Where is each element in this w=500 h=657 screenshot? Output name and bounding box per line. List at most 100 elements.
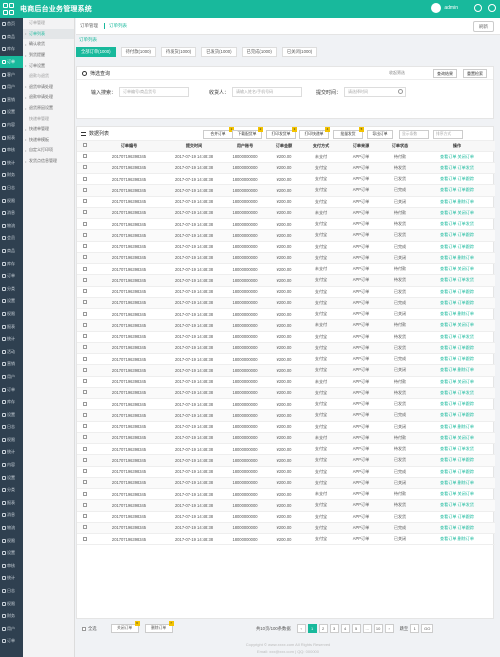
row-checkbox[interactable] — [83, 356, 87, 361]
cell-ops[interactable]: 查看订单 订单发货 — [419, 499, 495, 512]
cell-ops[interactable]: 查看订单 订单发货 — [419, 443, 495, 456]
row-checkbox[interactable] — [83, 435, 87, 440]
rail-item[interactable]: 权限 — [0, 434, 23, 447]
breadcrumb-root[interactable]: 订单管理 — [80, 23, 98, 29]
cell-ops[interactable]: 查看订单 删除订单 — [419, 477, 495, 490]
cell-ops[interactable]: 查看订单 关闭订单 — [419, 263, 495, 276]
rail-item[interactable]: 物流 — [0, 220, 23, 233]
rail-item[interactable]: 权限 — [0, 194, 23, 207]
rail-item[interactable]: 商品 — [0, 31, 23, 44]
rail-item[interactable]: 用户 — [0, 81, 23, 94]
rail-item[interactable]: 活动 — [0, 345, 23, 358]
row-checkbox[interactable] — [83, 300, 87, 305]
row-checkbox[interactable] — [83, 536, 87, 541]
jump-input[interactable]: 1 — [410, 624, 420, 633]
rail-item[interactable]: 库存 — [0, 257, 23, 270]
toolbar-button[interactable]: 批量发货 5 — [333, 127, 364, 139]
status-tab[interactable]: 已关闭(1000) — [281, 47, 318, 57]
toolbar-button[interactable]: 打印发货单 3 — [266, 127, 297, 139]
rail-item[interactable]: 统计 — [0, 572, 23, 585]
page-button[interactable]: 5 — [351, 624, 361, 633]
row-checkbox[interactable] — [83, 154, 87, 159]
toolbar-button[interactable]: 合并订单 1 — [203, 127, 234, 139]
rail-item[interactable]: 库存 — [0, 396, 23, 409]
delete-orders-button[interactable]: 删除订单 7 — [144, 621, 174, 633]
status-tab[interactable]: 全部订单(1000) — [76, 47, 116, 57]
row-checkbox[interactable] — [83, 401, 87, 406]
cell-ops[interactable]: 查看订单 订单发货 — [419, 218, 495, 231]
rail-item[interactable]: 订单 — [0, 55, 23, 69]
submit-time-input[interactable]: 请选择时间 — [344, 87, 407, 97]
rail-item[interactable]: 会员 — [0, 232, 23, 245]
rail-item[interactable]: 消息 — [0, 509, 23, 522]
row-checkbox[interactable] — [83, 244, 87, 249]
cell-ops[interactable]: 查看订单 删除订单 — [419, 308, 495, 321]
rail-item[interactable]: 订单 — [0, 383, 23, 396]
cell-ops[interactable]: 查看订单 订单跟踪 — [419, 454, 495, 467]
side-menu-item[interactable]: 发货点信息管理 — [23, 156, 74, 167]
cell-ops[interactable]: 查看订单 订单跟踪 — [419, 398, 495, 411]
cell-ops[interactable]: 查看订单 删除订单 — [419, 533, 495, 546]
cell-ops[interactable]: 查看订单 订单跟踪 — [419, 286, 495, 298]
toolbar-button[interactable]: 下载配货单 2 — [232, 127, 263, 139]
row-checkbox[interactable] — [83, 289, 87, 294]
page-button[interactable]: 1 — [307, 624, 317, 633]
row-checkbox[interactable] — [83, 446, 87, 451]
consignee-input[interactable]: 请输入姓名/手机号码 — [232, 87, 303, 97]
rail-item[interactable]: 报表 — [0, 131, 23, 144]
rail-item[interactable]: 客户 — [0, 68, 23, 81]
row-checkbox[interactable] — [83, 469, 87, 474]
close-orders-button[interactable]: 关闭订单 6 — [110, 621, 140, 633]
side-menu-item[interactable]: 退款申请处理 — [23, 92, 74, 103]
row-checkbox[interactable] — [83, 379, 87, 384]
side-menu-item[interactable]: 到货提醒 — [23, 50, 74, 61]
cell-ops[interactable]: 查看订单 删除订单 — [419, 252, 495, 265]
row-checkbox[interactable] — [83, 255, 87, 260]
rail-item[interactable]: 设置 — [0, 471, 23, 484]
rail-item[interactable]: 物流 — [0, 522, 23, 535]
page-button[interactable]: ... — [362, 624, 372, 633]
rail-item[interactable]: 统计 — [0, 157, 23, 170]
rail-item[interactable]: 报表 — [0, 497, 23, 510]
cell-ops[interactable]: 查看订单 关闭订单 — [419, 488, 495, 501]
cell-ops[interactable]: 查看订单 订单跟踪 — [419, 522, 495, 535]
page-button[interactable]: 4 — [340, 624, 350, 633]
rail-item[interactable]: 财务 — [0, 169, 23, 182]
rail-item[interactable]: 订单 — [0, 270, 23, 283]
user-menu[interactable]: admin — [431, 3, 458, 13]
page-button[interactable]: 2 — [318, 624, 328, 633]
toolbar-select[interactable]: 显示条数 — [399, 130, 429, 139]
side-menu-item[interactable]: 订单设置 — [23, 60, 74, 71]
row-checkbox[interactable] — [83, 390, 87, 395]
row-checkbox[interactable] — [83, 367, 87, 372]
row-checkbox[interactable] — [83, 277, 87, 282]
rail-item[interactable]: 财务 — [0, 610, 23, 623]
status-tab[interactable]: 待发货(1000) — [160, 47, 197, 57]
rail-item[interactable]: 权限 — [0, 534, 23, 547]
reset-button[interactable]: 重置检索 — [463, 69, 487, 78]
rail-item[interactable]: 权限 — [0, 597, 23, 610]
status-tab[interactable]: 已发货(1000) — [201, 47, 237, 57]
cell-ops[interactable]: 查看订单 订单跟踪 — [419, 342, 495, 355]
cell-ops[interactable]: 查看订单 订单跟踪 — [419, 241, 495, 253]
rail-item[interactable]: 分类 — [0, 484, 23, 497]
row-checkbox[interactable] — [83, 311, 87, 316]
row-checkbox[interactable] — [83, 187, 87, 192]
row-checkbox[interactable] — [83, 199, 87, 204]
rail-item[interactable]: 审核 — [0, 144, 23, 157]
rail-item[interactable]: 审核 — [0, 560, 23, 573]
row-checkbox[interactable] — [83, 514, 87, 519]
rail-item[interactable]: 统计 — [0, 333, 23, 346]
next-page-button[interactable]: › — [384, 624, 394, 633]
row-checkbox[interactable] — [83, 525, 87, 530]
cell-ops[interactable]: 查看订单 删除订单 — [419, 196, 495, 208]
rail-item[interactable]: 商品 — [0, 245, 23, 258]
side-menu-item[interactable]: 确认收货 — [23, 39, 74, 50]
page-button[interactable]: 3 — [329, 624, 339, 633]
cell-ops[interactable]: 查看订单 关闭订单 — [419, 376, 495, 388]
row-checkbox[interactable] — [83, 221, 87, 226]
row-checkbox[interactable] — [83, 424, 87, 429]
cell-ops[interactable]: 查看订单 订单发货 — [419, 387, 495, 400]
rail-item[interactable]: 用户 — [0, 623, 23, 636]
prev-page-button[interactable]: ‹ — [296, 624, 306, 633]
